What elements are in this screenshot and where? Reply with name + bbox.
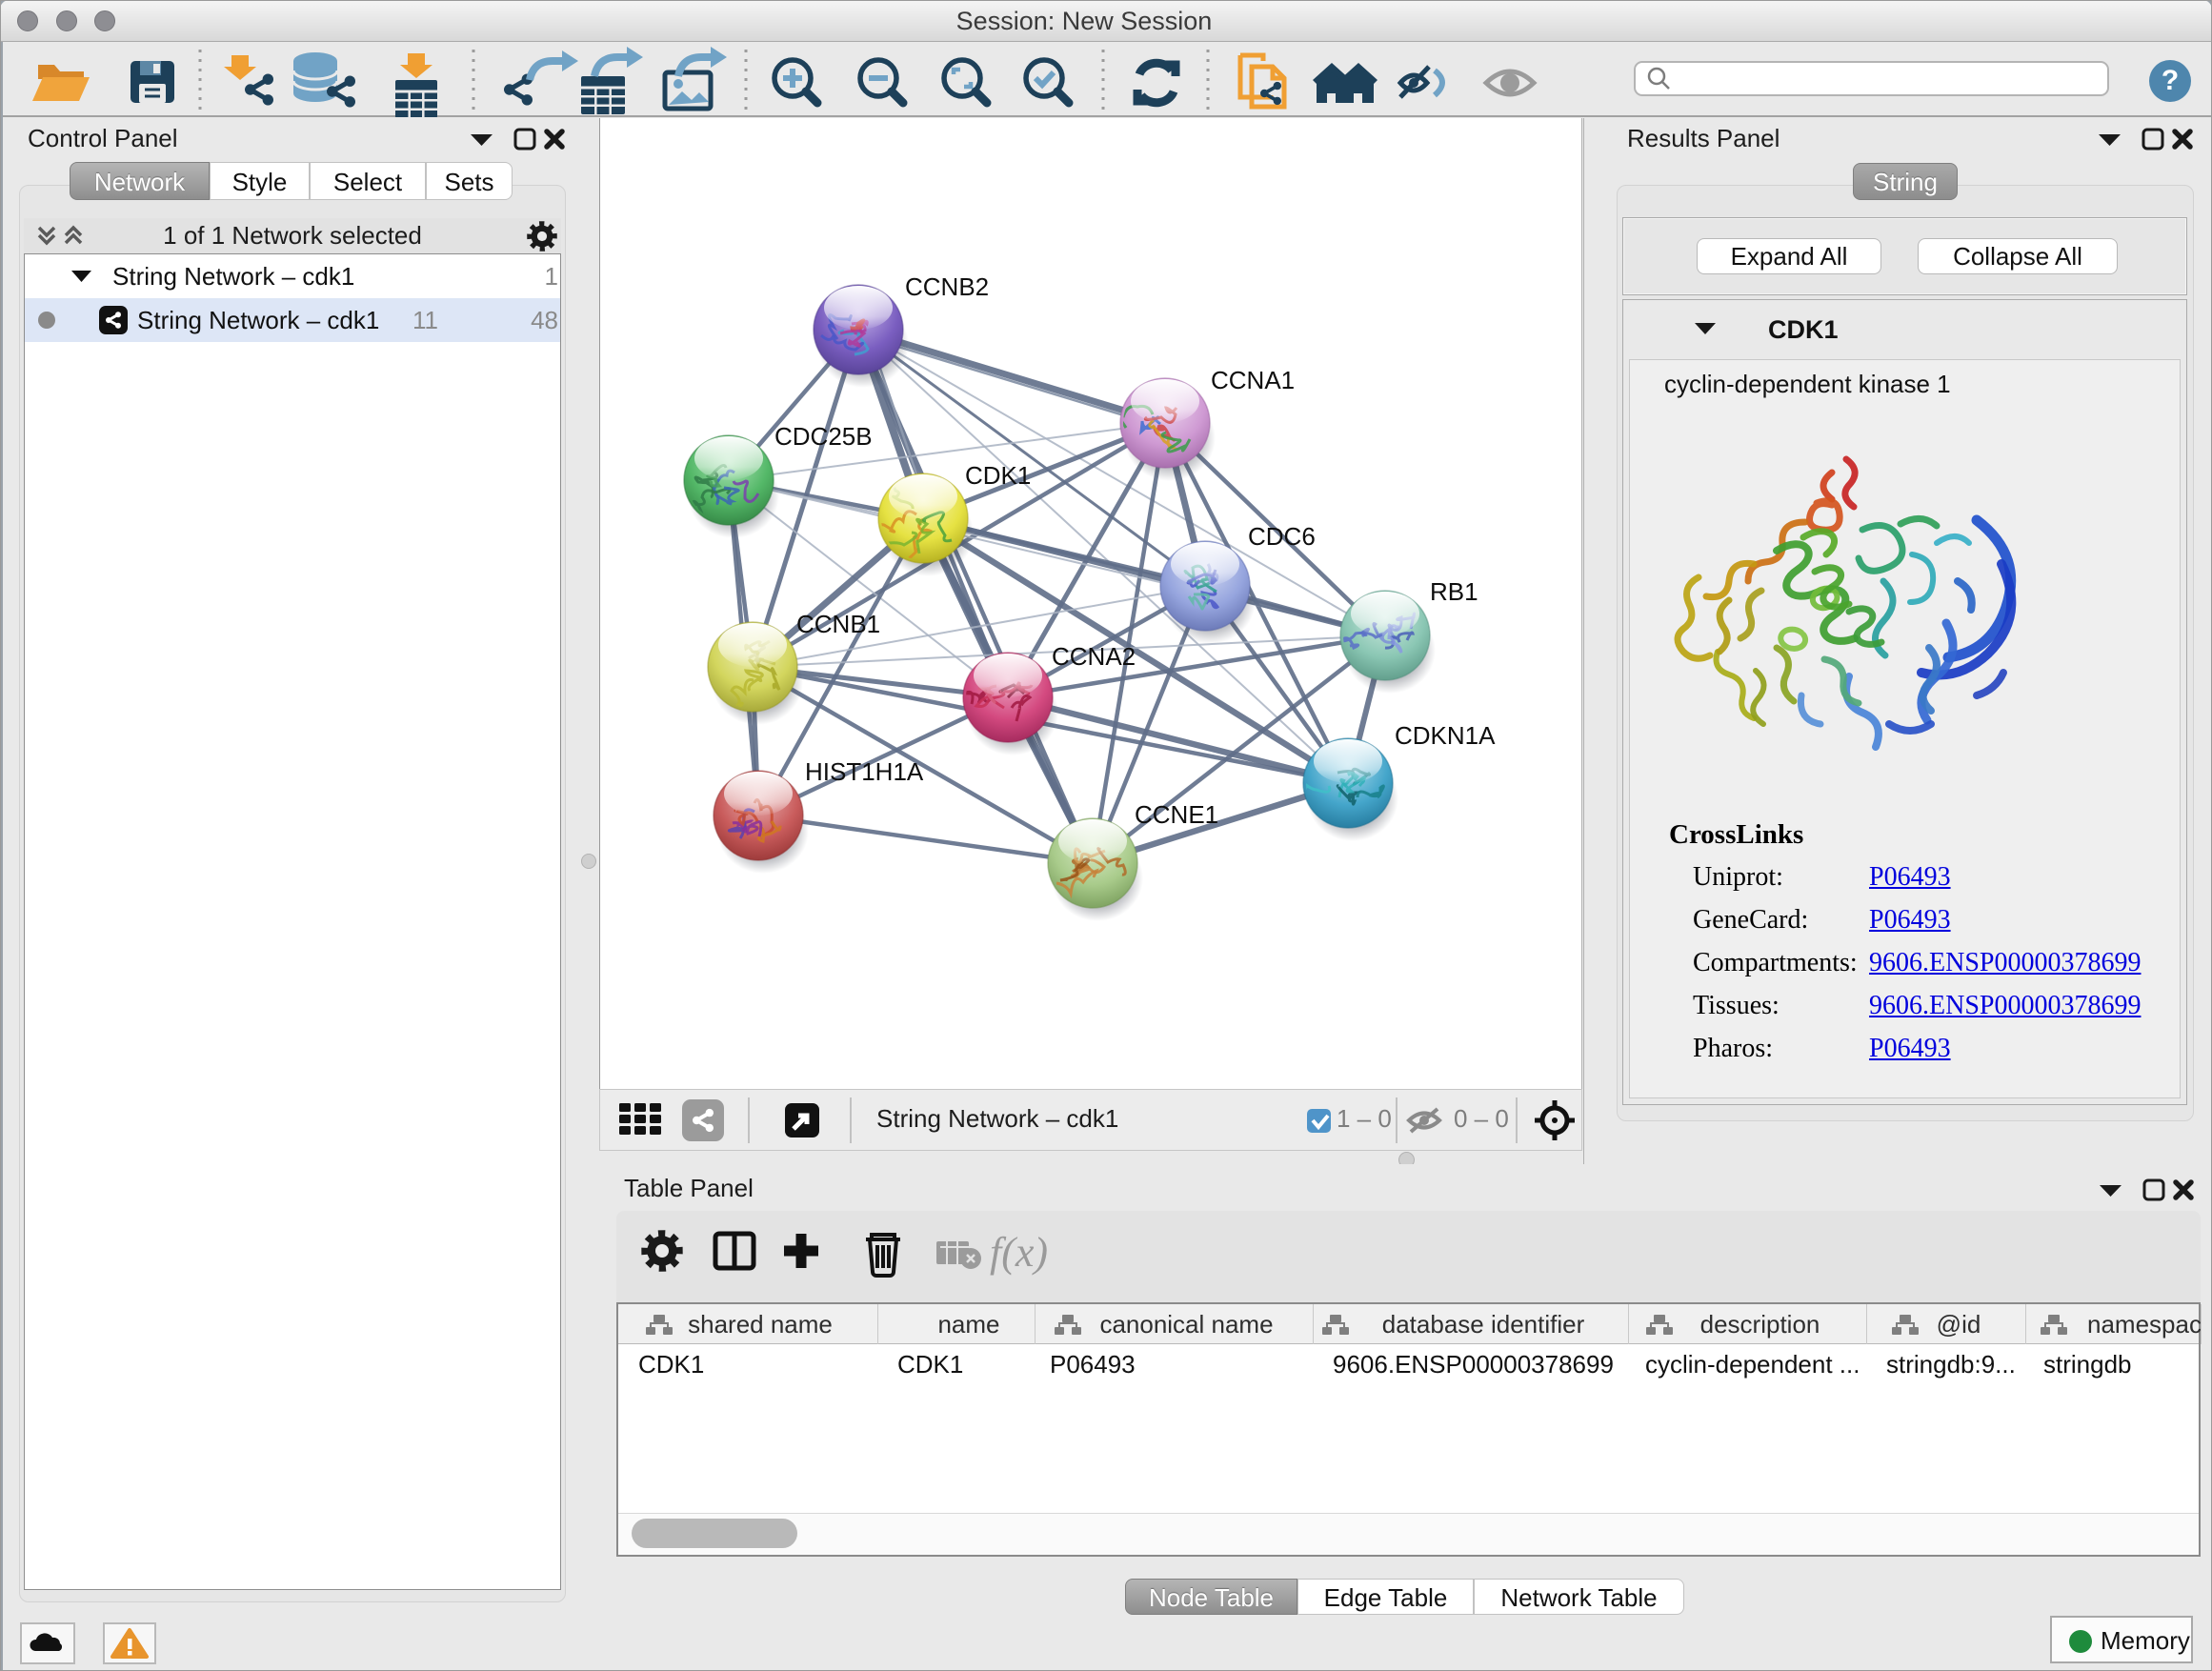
svg-text:CCNB1: CCNB1 <box>796 610 880 638</box>
svg-text:HIST1H1A: HIST1H1A <box>805 757 924 786</box>
svg-text:CCNA1: CCNA1 <box>1211 366 1295 394</box>
svg-text:CCNB2: CCNB2 <box>905 272 989 301</box>
svg-text:CDK1: CDK1 <box>965 461 1031 490</box>
svg-text:CCNA2: CCNA2 <box>1052 642 1136 671</box>
svg-text:RB1: RB1 <box>1430 577 1478 606</box>
svg-text:CDC6: CDC6 <box>1248 522 1316 551</box>
svg-text:CCNE1: CCNE1 <box>1135 800 1218 829</box>
svg-text:CDC25B: CDC25B <box>774 422 873 451</box>
svg-text:CDKN1A: CDKN1A <box>1395 721 1496 750</box>
